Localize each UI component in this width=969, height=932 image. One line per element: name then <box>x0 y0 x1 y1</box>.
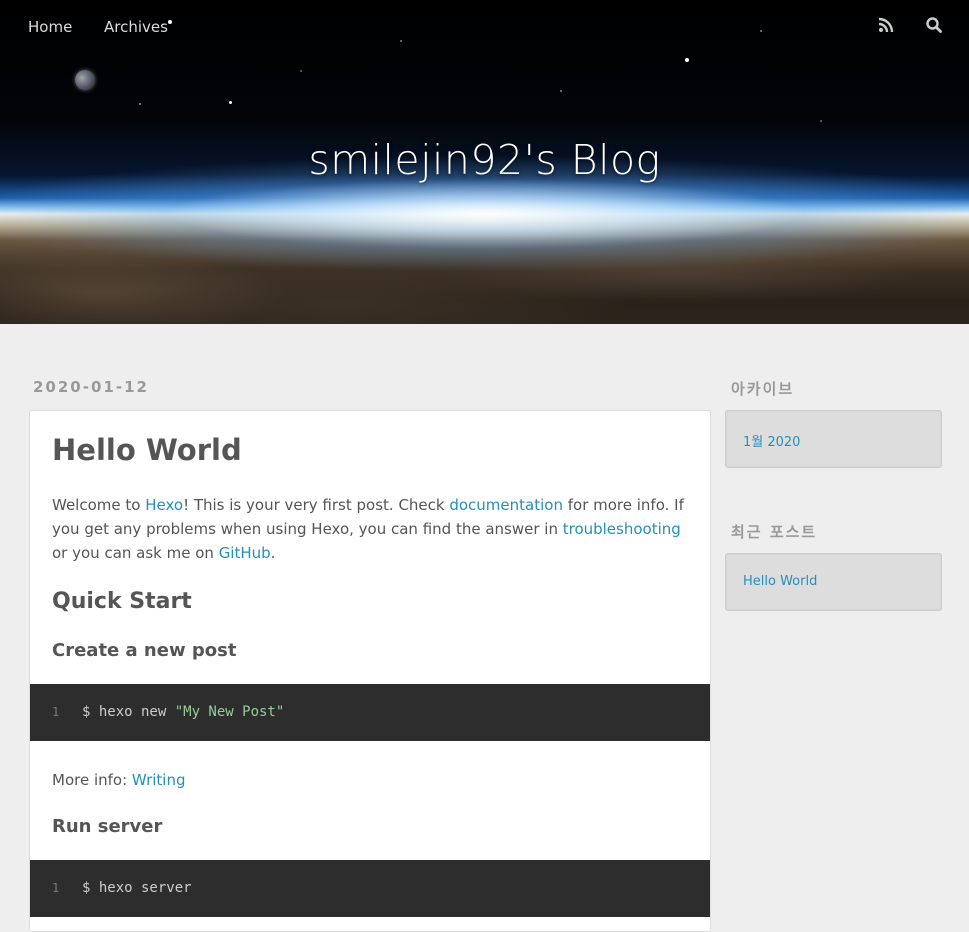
troubleshooting-link[interactable]: troubleshooting <box>563 520 681 538</box>
line-number: 1 <box>52 705 60 719</box>
code-command: $ hexo server <box>82 880 192 896</box>
post-article: Hello World Welcome to Hexo! This is you… <box>29 410 711 932</box>
recent-posts-widget: Hello World <box>725 553 942 611</box>
code-command: $ hexo new <box>82 704 175 720</box>
create-post-heading: Create a new post <box>52 640 237 661</box>
nav-archives-link[interactable]: Archives <box>104 18 168 36</box>
recent-post-link[interactable]: Hello World <box>743 574 817 589</box>
writing-link[interactable]: Writing <box>132 771 186 789</box>
star <box>820 120 822 122</box>
post-date[interactable]: 2020-01-12 <box>33 378 149 396</box>
star <box>560 90 562 92</box>
star <box>139 103 141 105</box>
archive-widget-title: 아카이브 <box>731 380 795 398</box>
more-info-label: More info: <box>52 771 132 789</box>
intro-text: ! This is your very first post. Check <box>183 496 450 514</box>
post-title[interactable]: Hello World <box>52 433 242 467</box>
run-server-heading: Run server <box>52 816 163 837</box>
code-block-server: 1 $ hexo server <box>30 860 710 917</box>
star <box>760 30 762 32</box>
earth-horizon <box>0 220 969 324</box>
star <box>300 70 302 72</box>
star <box>400 40 402 42</box>
post-intro-paragraph: Welcome to Hexo! This is your very first… <box>52 493 688 565</box>
hexo-link[interactable]: Hexo <box>145 496 183 514</box>
recent-posts-widget-title: 최근 포스트 <box>731 523 818 541</box>
search-icon[interactable] <box>925 16 943 34</box>
star <box>168 20 172 24</box>
code-block-new-post: 1 $ hexo new "My New Post" <box>30 684 710 741</box>
line-number: 1 <box>52 881 60 895</box>
more-info-paragraph: More info: Writing <box>52 768 688 792</box>
github-link[interactable]: GitHub <box>219 544 271 562</box>
archive-item-link[interactable]: 1월 2020 <box>743 431 800 450</box>
intro-text: or you can ask me on <box>52 544 219 562</box>
star <box>685 58 689 62</box>
quick-start-heading: Quick Start <box>52 589 192 614</box>
header-banner: Home Archives smilejin92's Blog <box>0 0 969 324</box>
documentation-link[interactable]: documentation <box>449 496 563 514</box>
moon-image <box>75 70 95 90</box>
code-line: $ hexo new "My New Post" <box>82 704 284 720</box>
intro-text: Welcome to <box>52 496 146 514</box>
archive-widget: 1월 2020 <box>725 410 942 468</box>
star <box>229 101 232 104</box>
site-title[interactable]: smilejin92's Blog <box>0 136 969 184</box>
code-string: "My New Post" <box>174 704 285 720</box>
rss-icon[interactable] <box>877 16 895 34</box>
nav-home-link[interactable]: Home <box>28 18 72 36</box>
intro-text: . <box>270 544 276 562</box>
